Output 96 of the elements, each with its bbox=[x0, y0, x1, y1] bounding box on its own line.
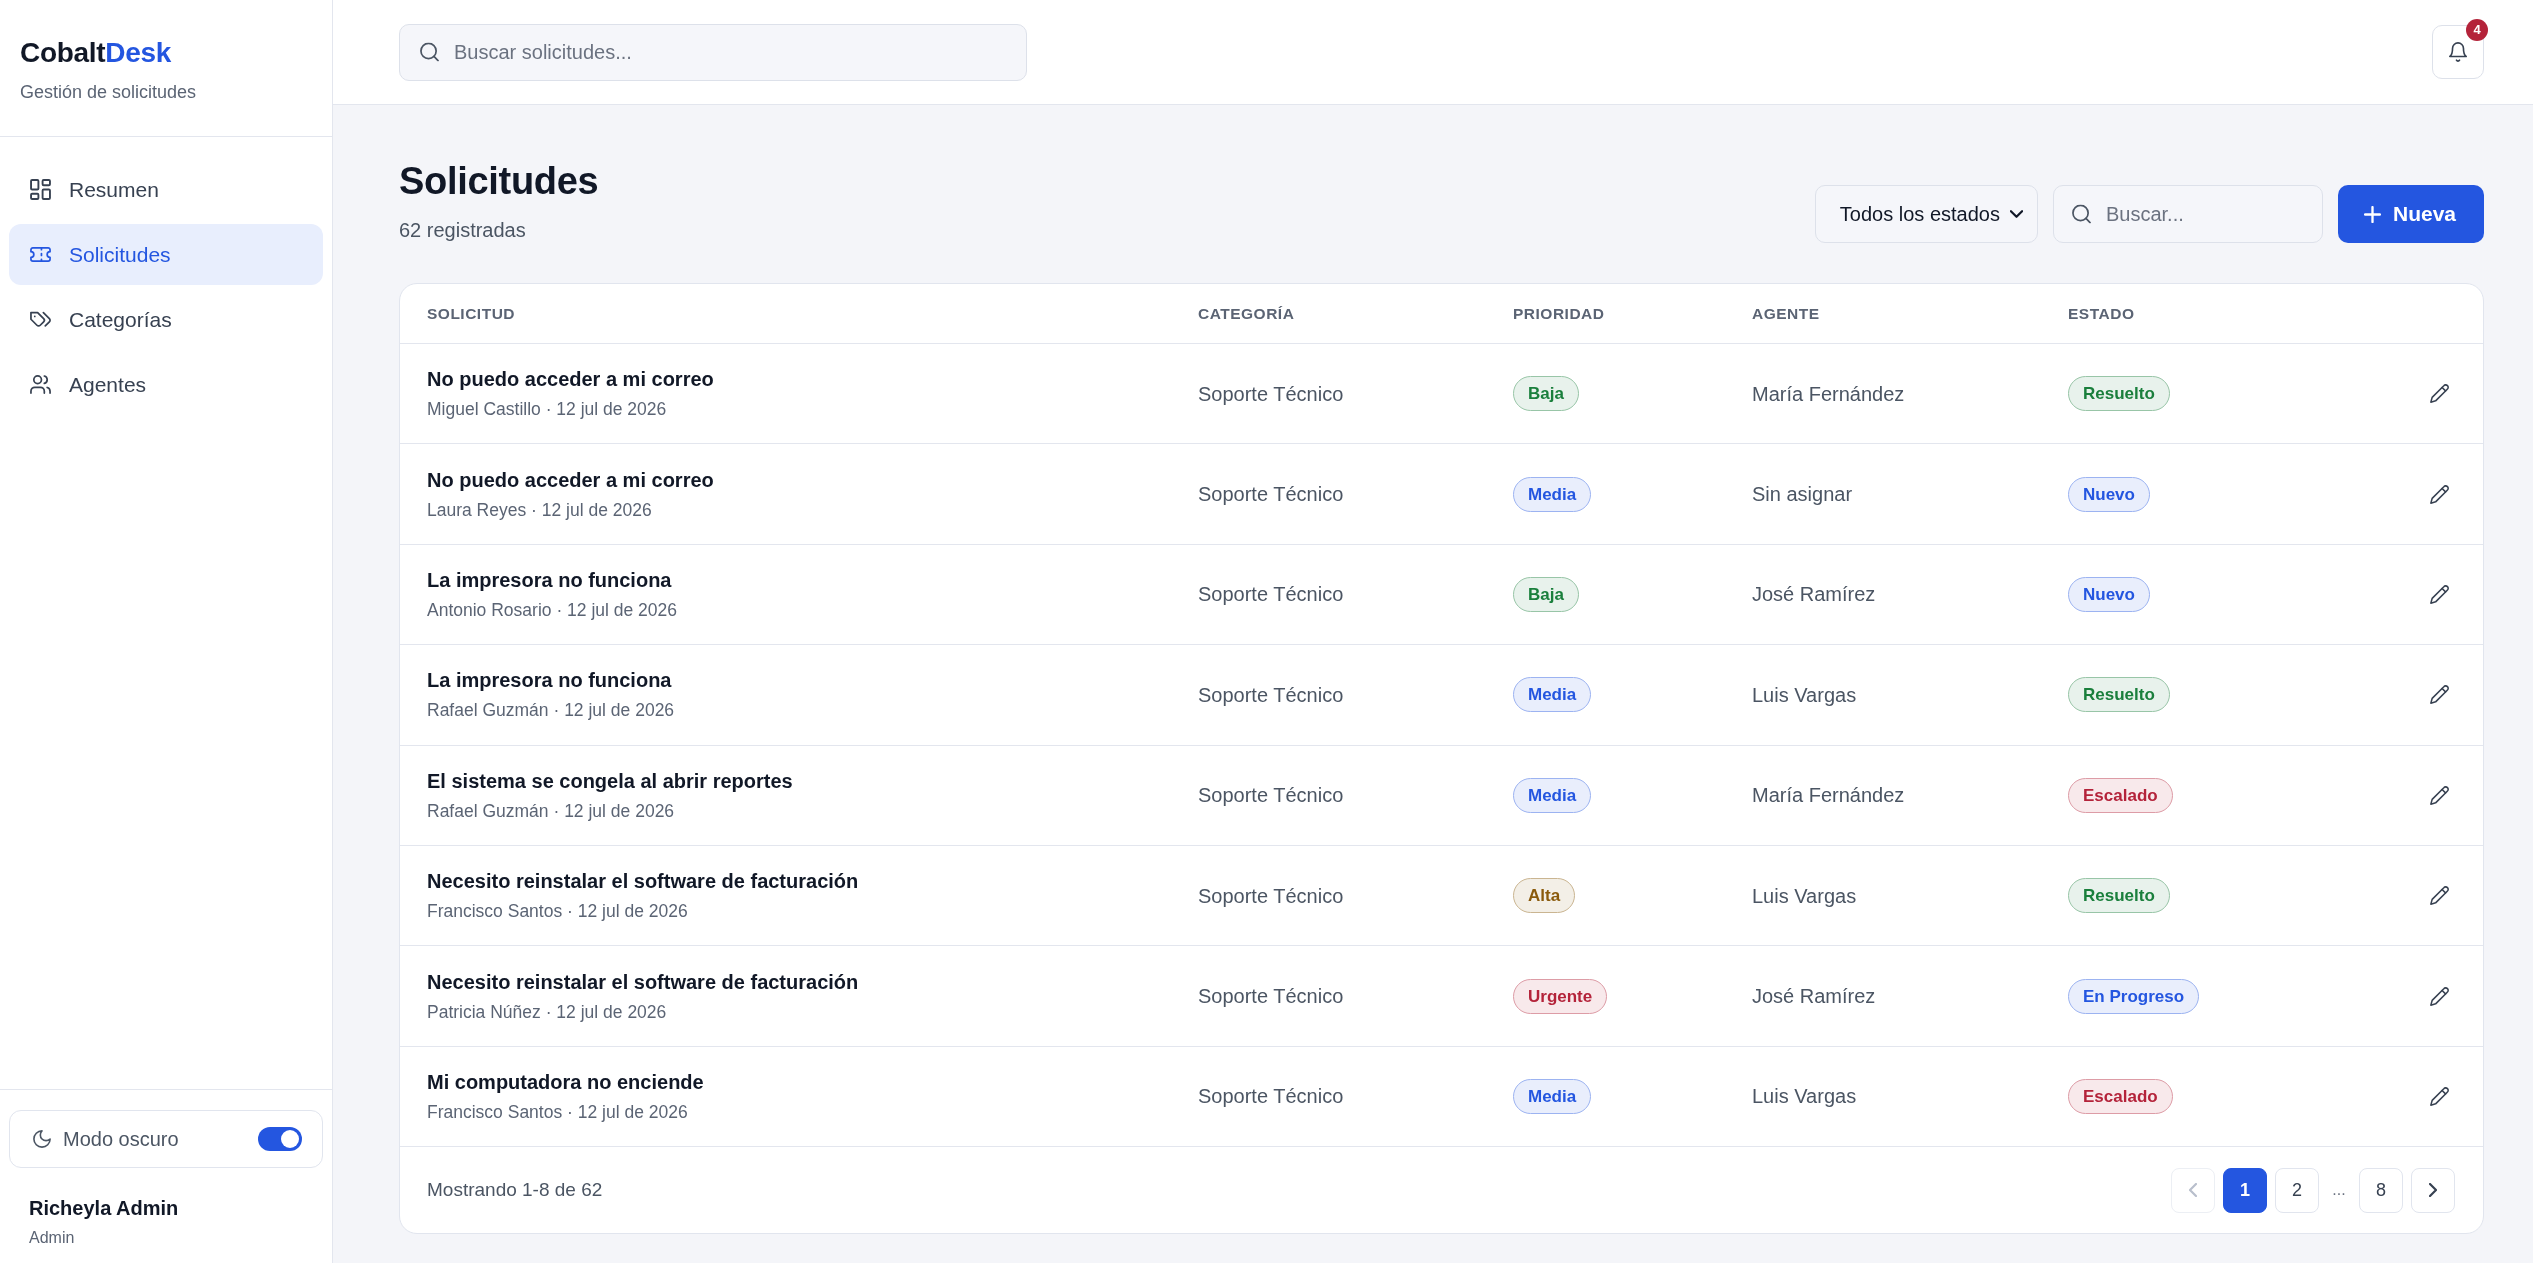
sidebar-item[interactable]: Categorías bbox=[9, 289, 323, 350]
request-title: Necesito reinstalar el software de facturación bbox=[427, 869, 859, 895]
dark-mode-toggle[interactable] bbox=[258, 1127, 302, 1151]
category-text: Soporte Técnico bbox=[1198, 582, 1344, 608]
column-header: CATEGORÍA bbox=[1198, 303, 1295, 324]
column-header: PRIORIDAD bbox=[1513, 303, 1605, 324]
status-badge: Nuevo bbox=[2068, 576, 2150, 612]
notifications-button[interactable] bbox=[2432, 25, 2484, 79]
agent-name: José Ramírez bbox=[1752, 984, 1876, 1010]
sidebar-item[interactable]: Solicitudes bbox=[9, 224, 323, 285]
agent-name: Luis Vargas bbox=[1752, 682, 1857, 708]
priority-badge: Media bbox=[1513, 1078, 1592, 1114]
status-badge: Nuevo bbox=[2068, 476, 2150, 512]
pencil-icon[interactable] bbox=[2430, 1086, 2449, 1106]
pencil-icon[interactable] bbox=[2430, 785, 2449, 805]
column-header: SOLICITUD bbox=[427, 303, 516, 324]
column-header: ESTADO bbox=[2068, 303, 2135, 324]
request-meta: Francisco Santos · 12 jul de 2026 bbox=[427, 900, 688, 924]
agent-name: Luis Vargas bbox=[1752, 1084, 1857, 1110]
request-meta: Francisco Santos · 12 jul de 2026 bbox=[427, 1100, 688, 1124]
notification-count: 4 bbox=[2466, 19, 2488, 41]
agent-name: José Ramírez bbox=[1752, 582, 1876, 608]
chevron-left-icon bbox=[2189, 1183, 2197, 1198]
status-badge: En Progreso bbox=[2068, 978, 2200, 1014]
category-text: Soporte Técnico bbox=[1198, 984, 1344, 1010]
tags-icon bbox=[30, 309, 51, 330]
priority-badge: Urgente bbox=[1513, 978, 1608, 1014]
request-title: Necesito reinstalar el software de facturación bbox=[427, 969, 859, 995]
people-icon bbox=[30, 374, 51, 395]
ticket-icon bbox=[30, 244, 51, 265]
category-text: Soporte Técnico bbox=[1198, 682, 1344, 708]
priority-badge: Media bbox=[1513, 677, 1592, 713]
column-header: AGENTE bbox=[1752, 303, 1820, 324]
agent-name: María Fernández bbox=[1752, 381, 1905, 407]
user-name: Richeyla Admin bbox=[29, 1196, 180, 1221]
search-icon bbox=[420, 42, 439, 62]
page-button[interactable]: 2 bbox=[2275, 1167, 2319, 1213]
user-role: Admin bbox=[29, 1228, 76, 1248]
dark-mode-label: Modo oscuro bbox=[63, 1127, 179, 1152]
request-meta: Patricia Núñez · 12 jul de 2026 bbox=[427, 1000, 667, 1024]
pencil-icon[interactable] bbox=[2430, 584, 2449, 604]
pagination-ellipsis: ... bbox=[2331, 1180, 2347, 1201]
grid-icon bbox=[30, 179, 51, 200]
request-meta: Laura Reyes · 12 jul de 2026 bbox=[427, 498, 652, 522]
status-badge: Resuelto bbox=[2068, 878, 2170, 914]
request-title: La impresora no funciona bbox=[427, 567, 672, 593]
status-badge: Escalado bbox=[2068, 1078, 2173, 1114]
category-text: Soporte Técnico bbox=[1198, 381, 1344, 407]
search-field[interactable]: Buscar solicitudes... bbox=[399, 23, 1027, 81]
request-title: El sistema se congela al abrir reportes bbox=[427, 768, 793, 794]
chevron-down-icon bbox=[2009, 210, 2023, 218]
sidebar-item[interactable]: Agentes bbox=[9, 354, 323, 415]
category-text: Soporte Técnico bbox=[1198, 883, 1344, 909]
pencil-icon[interactable] bbox=[2430, 886, 2449, 906]
chevron-right-icon bbox=[2429, 1183, 2437, 1198]
pagination-summary: Mostrando 1-8 de 62 bbox=[427, 1177, 603, 1202]
plus-icon bbox=[2363, 205, 2381, 223]
agent-name: María Fernández bbox=[1752, 783, 1905, 809]
pencil-icon[interactable] bbox=[2430, 685, 2449, 705]
pencil-icon[interactable] bbox=[2430, 484, 2449, 504]
app-subtitle: Gestión de solicitudes bbox=[20, 81, 197, 104]
pencil-icon[interactable] bbox=[2430, 986, 2449, 1006]
record-count: 62 registradas bbox=[399, 218, 526, 243]
page-button[interactable]: 8 bbox=[2359, 1167, 2403, 1213]
agent-name: Luis Vargas bbox=[1752, 883, 1857, 909]
new-request-button[interactable]: Nueva bbox=[2337, 185, 2484, 243]
request-title: Mi computadora no enciende bbox=[427, 1069, 704, 1095]
category-text: Soporte Técnico bbox=[1198, 783, 1344, 809]
request-title: No puedo acceder a mi correo bbox=[427, 467, 714, 493]
request-meta: Antonio Rosario · 12 jul de 2026 bbox=[427, 598, 678, 622]
request-meta: Rafael Guzmán · 12 jul de 2026 bbox=[427, 699, 675, 723]
pencil-icon[interactable] bbox=[2430, 384, 2449, 404]
agent-name: Sin asignar bbox=[1752, 482, 1853, 508]
bell-icon bbox=[2448, 42, 2468, 62]
request-title: La impresora no funciona bbox=[427, 668, 672, 694]
page-title: Solicitudes bbox=[399, 159, 599, 204]
logo-text: CobaltDesk bbox=[20, 36, 172, 70]
search-icon bbox=[2071, 204, 2091, 224]
status-badge: Resuelto bbox=[2068, 376, 2170, 412]
request-title: No puedo acceder a mi correo bbox=[427, 367, 714, 393]
priority-badge: Baja bbox=[1513, 576, 1579, 612]
request-meta: Rafael Guzmán · 12 jul de 2026 bbox=[427, 799, 675, 823]
status-badge: Escalado bbox=[2068, 777, 2173, 813]
search-field[interactable]: Buscar... bbox=[2052, 185, 2323, 243]
category-text: Soporte Técnico bbox=[1198, 1084, 1344, 1110]
priority-badge: Media bbox=[1513, 777, 1592, 813]
category-text: Soporte Técnico bbox=[1198, 482, 1344, 508]
sidebar-item[interactable]: Resumen bbox=[9, 159, 323, 220]
moon-icon bbox=[33, 1130, 51, 1148]
status-badge: Resuelto bbox=[2068, 677, 2170, 713]
request-meta: Miguel Castillo · 12 jul de 2026 bbox=[427, 398, 667, 422]
page-button[interactable]: 1 bbox=[2223, 1167, 2267, 1213]
status-filter-dropdown[interactable]: Todos los estados bbox=[1814, 185, 2038, 243]
priority-badge: Media bbox=[1513, 476, 1592, 512]
priority-badge: Alta bbox=[1513, 878, 1576, 914]
priority-badge: Baja bbox=[1513, 376, 1579, 412]
